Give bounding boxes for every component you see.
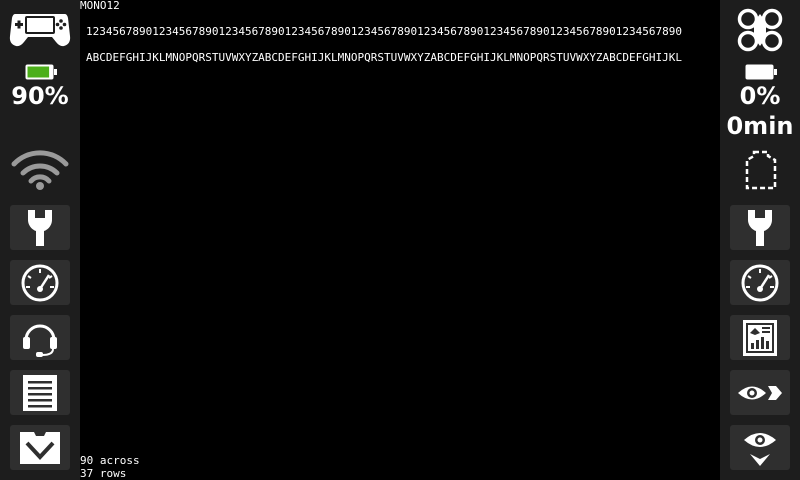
flight-time: 0min [726,112,794,140]
headset-icon [23,324,57,357]
collapse-button[interactable] [10,425,70,470]
letters-line: ABCDEFGHIJKLMNOPQRSTUVWXYZABCDEFGHIJKLMN… [86,51,683,64]
document-icon [23,374,57,411]
wrench-icon [27,209,53,246]
across-count: 90 across [80,454,140,467]
battery-icon [25,64,57,84]
telemetry-icon [743,319,777,356]
left-sidebar: 90% [0,0,80,480]
rows-count: 37 rows [80,467,127,480]
dashed-shape-icon [744,150,778,196]
gamepad-icon[interactable] [9,10,71,52]
vehicle-settings-button[interactable] [730,205,790,250]
view-down-button[interactable] [730,425,790,470]
right-sidebar: 0% 0min [720,0,800,480]
wrench-icon [747,209,773,246]
view-forward-button[interactable] [730,370,790,415]
eye-down-icon [744,432,776,466]
wifi-icon [11,148,69,196]
settings-button[interactable] [10,205,70,250]
vehicle-gauge-button[interactable] [730,260,790,305]
gauge-icon [741,264,779,301]
log-button[interactable] [10,370,70,415]
font-title: MONO12 [80,0,120,12]
gauge-icon [21,264,59,301]
drone-icon[interactable] [737,8,783,56]
battery-percent: 0% [739,82,781,110]
support-button[interactable] [10,315,70,360]
eye-arrow-icon [738,385,782,400]
chevron-down-icon [20,431,60,464]
digits-line: 1234567890123456789012345678901234567890… [86,25,683,38]
battery-percent: 90% [11,82,69,110]
battery-icon [745,64,777,84]
gauge-button[interactable] [10,260,70,305]
telemetry-button[interactable] [730,315,790,360]
